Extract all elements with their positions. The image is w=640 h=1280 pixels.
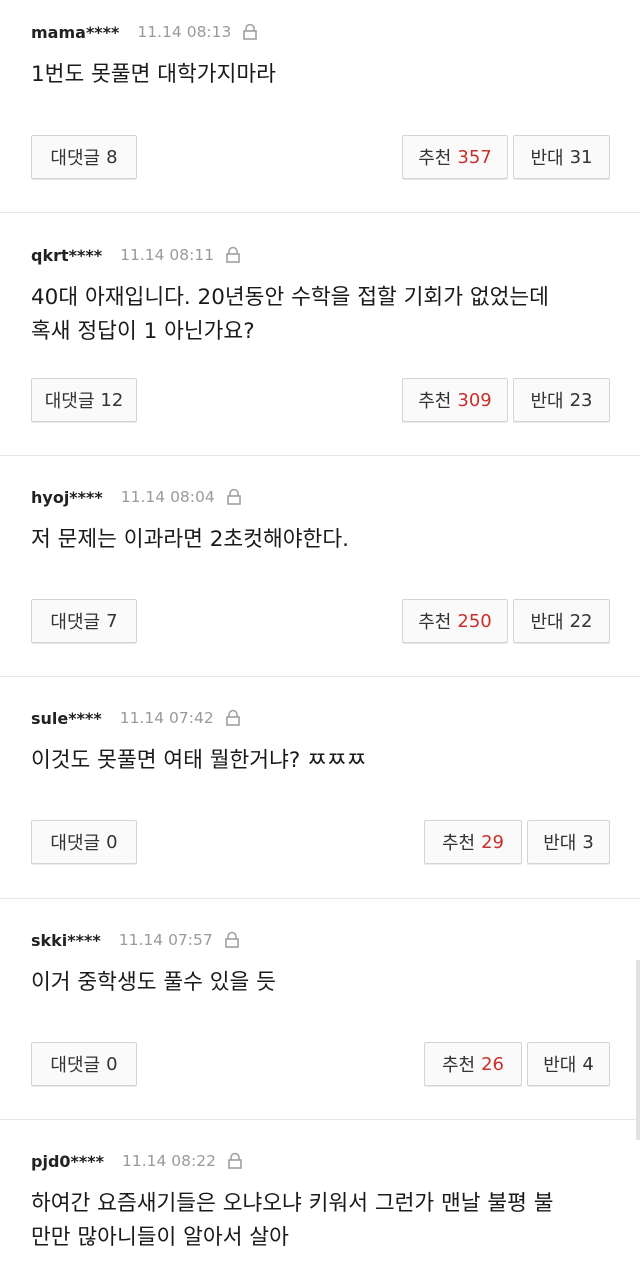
- reply-label: 대댓글: [50, 1055, 101, 1076]
- comment-text-line: 만만 많아니들이 알아서 살아: [31, 1225, 289, 1250]
- scrollbar[interactable]: [636, 960, 640, 1140]
- like-count: 309: [457, 389, 492, 411]
- reply-count: 0: [106, 1053, 118, 1075]
- lock-icon: [226, 1152, 244, 1170]
- comment-item: skki**** 11.14 07:57 이거 중학생도 풀수 있을 듯 대댓글…: [0, 898, 640, 1119]
- comment-username[interactable]: skki****: [31, 931, 101, 950]
- comment-timestamp: 11.14 08:04: [120, 488, 215, 506]
- comment-meta: hyoj**** 11.14 08:04: [31, 485, 243, 509]
- comment-text: 이것도 못풀면 여태 뭘한거냐? ㅉㅉㅉ: [31, 744, 621, 778]
- comment-text: 40대 아재입니다. 20년동안 수학을 접할 기회가 없었는데 혹새 정답이 …: [31, 281, 621, 349]
- reply-button[interactable]: 대댓글 7: [31, 599, 137, 643]
- like-count: 29: [481, 831, 505, 853]
- comment-timestamp: 11.14 08:22: [122, 1152, 216, 1170]
- comment-text-line: 1번도 못풀면 대학가지마라: [31, 62, 276, 87]
- reply-label: 대댓글: [50, 148, 101, 169]
- comment-username[interactable]: hyoj****: [31, 488, 103, 507]
- comment-username[interactable]: sule****: [31, 709, 102, 728]
- like-count: 250: [457, 610, 492, 632]
- dislike-count: 4: [582, 1053, 594, 1075]
- like-button[interactable]: 추천 29: [424, 820, 522, 864]
- comment-timestamp: 11.14 07:57: [118, 931, 213, 949]
- like-button[interactable]: 추천 250: [402, 599, 508, 643]
- comment-text-line: 혹새 정답이 1 아닌가요?: [31, 319, 255, 344]
- reply-button[interactable]: 대댓글 8: [31, 135, 137, 179]
- like-button[interactable]: 추천 309: [402, 378, 508, 422]
- reply-button[interactable]: 대댓글 0: [31, 1042, 137, 1086]
- comment-item: hyoj**** 11.14 08:04 저 문제는 이과라면 2초컷해야한다.…: [0, 455, 640, 676]
- dislike-label: 반대: [530, 148, 564, 169]
- dislike-button[interactable]: 반대 31: [513, 135, 610, 179]
- comment-text-line: 저 문제는 이과라면 2초컷해야한다.: [31, 527, 349, 552]
- dislike-label: 반대: [530, 612, 564, 633]
- dislike-count: 3: [582, 831, 594, 853]
- comment-timestamp: 11.14 07:42: [119, 709, 214, 727]
- lock-icon: [224, 709, 242, 727]
- dislike-count: 22: [569, 610, 593, 632]
- lock-icon: [224, 246, 242, 264]
- reply-button[interactable]: 대댓글 12: [31, 378, 137, 422]
- reply-label: 대댓글: [50, 833, 101, 854]
- comment-text: 하여간 요즘새기들은 오냐오냐 키워서 그런가 맨날 불평 불 만만 많아니들이…: [31, 1187, 621, 1255]
- comment-text-line: 이거 중학생도 풀수 있을 듯: [31, 970, 276, 995]
- like-count: 357: [457, 146, 492, 168]
- reply-button[interactable]: 대댓글 0: [31, 820, 137, 864]
- comment-item: mama**** 11.14 08:13 1번도 못풀면 대학가지마라 대댓글 8…: [0, 0, 640, 212]
- comment-text: 이거 중학생도 풀수 있을 듯: [31, 966, 621, 1000]
- comment-meta: sule**** 11.14 07:42: [31, 706, 242, 730]
- reply-label: 대댓글: [50, 612, 101, 633]
- like-label: 추천: [441, 1055, 476, 1076]
- comment-text: 저 문제는 이과라면 2초컷해야한다.: [31, 523, 621, 557]
- comment-item: sule**** 11.14 07:42 이것도 못풀면 여태 뭘한거냐? ㅉㅉ…: [0, 676, 640, 898]
- comment-timestamp: 11.14 08:13: [137, 23, 232, 41]
- comment-meta: mama**** 11.14 08:13: [31, 20, 259, 44]
- reply-count: 12: [100, 389, 124, 411]
- reply-count: 7: [106, 610, 118, 632]
- dislike-button[interactable]: 반대 3: [527, 820, 610, 864]
- reply-count: 0: [106, 831, 118, 853]
- lock-icon: [225, 488, 243, 506]
- dislike-button[interactable]: 반대 22: [513, 599, 610, 643]
- like-label: 추천: [418, 148, 452, 169]
- dislike-count: 31: [569, 146, 593, 168]
- dislike-label: 반대: [543, 1055, 577, 1076]
- dislike-button[interactable]: 반대 4: [527, 1042, 610, 1086]
- like-label: 추천: [418, 612, 452, 633]
- dislike-button[interactable]: 반대 23: [513, 378, 610, 422]
- comment-text-line: 40대 아재입니다. 20년동안 수학을 접할 기회가 없었는데: [31, 285, 549, 310]
- lock-icon: [223, 931, 241, 949]
- comment-username[interactable]: mama****: [31, 23, 119, 42]
- dislike-label: 반대: [543, 833, 577, 854]
- comment-text: 1번도 못풀면 대학가지마라: [31, 58, 621, 92]
- comment-username[interactable]: pjd0****: [31, 1152, 104, 1171]
- comment-username[interactable]: qkrt****: [31, 246, 102, 265]
- comment-text-line: 이것도 못풀면 여태 뭘한거냐? ㅉㅉㅉ: [31, 748, 367, 773]
- comment-meta: pjd0**** 11.14 08:22: [31, 1149, 244, 1173]
- like-button[interactable]: 추천 357: [402, 135, 508, 179]
- comment-text-line: 하여간 요즘새기들은 오냐오냐 키워서 그런가 맨날 불평 불: [31, 1191, 554, 1216]
- lock-icon: [241, 23, 259, 41]
- comment-timestamp: 11.14 08:11: [120, 246, 215, 264]
- reply-count: 8: [106, 146, 118, 168]
- dislike-label: 반대: [530, 391, 564, 412]
- like-label: 추천: [441, 833, 476, 854]
- reply-label: 대댓글: [44, 391, 95, 412]
- comment-meta: skki**** 11.14 07:57: [31, 928, 241, 952]
- dislike-count: 23: [569, 389, 593, 411]
- like-label: 추천: [418, 391, 452, 412]
- comment-item: qkrt**** 11.14 08:11 40대 아재입니다. 20년동안 수학…: [0, 212, 640, 455]
- like-button[interactable]: 추천 26: [424, 1042, 522, 1086]
- like-count: 26: [481, 1053, 505, 1075]
- comment-meta: qkrt**** 11.14 08:11: [31, 243, 242, 267]
- comment-item: pjd0**** 11.14 08:22 하여간 요즘새기들은 오냐오냐 키워서…: [0, 1119, 640, 1280]
